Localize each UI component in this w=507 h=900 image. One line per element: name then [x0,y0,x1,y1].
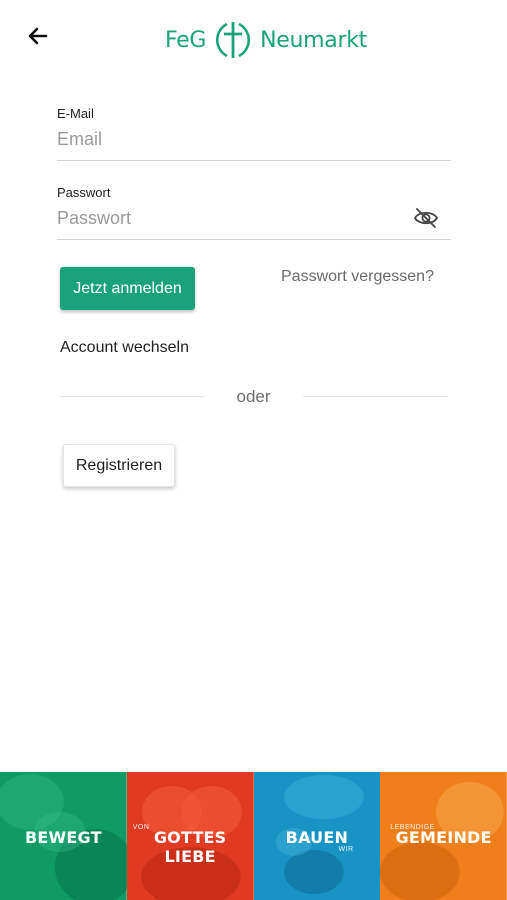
banner-tile-bauen: BAUEN WIR [253,772,381,900]
login-button[interactable]: Jetzt anmelden [60,267,195,310]
logo-text-left: FeG [165,27,207,53]
switch-account-link[interactable]: Account wechseln [60,339,189,357]
password-label: Passwort [57,185,111,200]
banner-text-gottes-liebe: GOTTES LIEBE [153,828,227,866]
email-field-group: E-Mail [57,106,451,161]
banner-text-bauen: BAUEN [285,828,349,847]
password-field-group: Passwort [57,185,451,240]
app-header: FeG Neumarkt [0,0,507,80]
divider-label: oder [236,387,271,406]
church-logo: FeG Neumarkt [165,20,367,60]
banner-text-bewegt: BEWEGT [25,828,102,847]
email-field[interactable] [57,121,451,161]
back-button[interactable] [22,20,54,52]
email-label: E-Mail [57,106,94,121]
password-field[interactable] [57,200,451,240]
divider-line-right [303,396,448,397]
logo-text-right: Neumarkt [260,27,367,53]
banner-tile-bewegt: BEWEGT [0,772,127,900]
banner-tile-gemeinde: LEBENDIGE GEMEINDE [380,772,507,900]
footer-banner: BEWEGT VON GOTTES LIEBE BAUEN WIR LEBEND… [0,772,507,900]
arrow-left-icon [28,27,48,45]
banner-small-wir: WIR [338,846,354,853]
forgot-password-link[interactable]: Passwort vergessen? [281,268,434,286]
eye-off-icon[interactable] [413,205,439,231]
banner-tile-gottes-liebe: VON GOTTES LIEBE [126,772,254,900]
banner-text-gemeinde: GEMEINDE [395,828,492,847]
cross-circle-icon [216,22,251,58]
register-button[interactable]: Registrieren [63,444,175,487]
